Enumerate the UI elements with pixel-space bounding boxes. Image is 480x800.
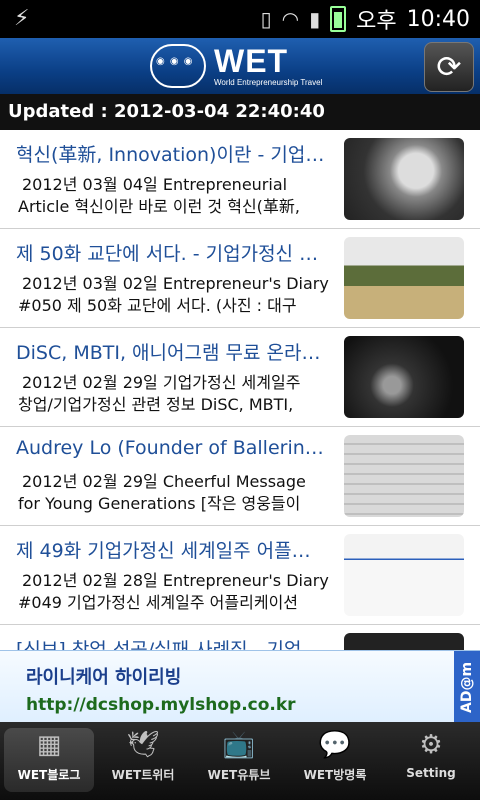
post-item-1[interactable]: 혁신(革新, Innovation)이란 - 기업가정신 2012년 03월 0… xyxy=(0,130,480,229)
tv-icon: 📺 xyxy=(222,730,256,760)
tab-label: WET유튜브 xyxy=(207,768,271,782)
post-title[interactable]: DiSC, MBTI, 애니어그램 무료 온라인 검사 xyxy=(16,338,326,365)
ampm-label: 오후 xyxy=(356,9,397,34)
post-date-line: 2012년 03월 04일 Entrepreneurial xyxy=(22,175,288,194)
app-header: WET World Entrepreneurship Travel ⟳ xyxy=(0,38,480,94)
post-summary-line: for Young Generations [작은 영웅들이 xyxy=(18,494,301,513)
refresh-button[interactable]: ⟳ xyxy=(424,42,474,92)
tab-label: Setting xyxy=(406,766,456,780)
post-date-line: 2012년 02월 28일 Entrepreneur's Diary xyxy=(22,571,329,590)
post-summary-line: 창업/기업가정신 관련 정보 DiSC, MBTI, xyxy=(18,395,294,414)
post-thumbnail[interactable] xyxy=(344,633,464,650)
status-bar: ⚡ ▯ ◠ ▮ 오후 10:40 xyxy=(0,0,480,38)
tab-wet-twitter[interactable]: 🕊 WET트위터 xyxy=(98,728,188,792)
post-item-2[interactable]: 제 50화 교단에 서다. - 기업가정신 세계일주 2012년 03월 02일… xyxy=(0,229,480,328)
post-thumbnail[interactable] xyxy=(344,435,464,517)
vibrate-icon: ▯ xyxy=(260,7,272,31)
post-list[interactable]: 혁신(革新, Innovation)이란 - 기업가정신 2012년 03월 0… xyxy=(0,130,480,650)
post-thumbnail[interactable] xyxy=(344,336,464,418)
post-thumbnail[interactable] xyxy=(344,138,464,220)
tab-label: WET블로그 xyxy=(17,768,81,782)
ad-title[interactable]: 라이니케어 하이리빙 xyxy=(26,663,181,689)
post-excerpt: 2012년 03월 04일 Entrepreneurial Article 혁신… xyxy=(18,174,338,218)
bottom-tab-bar: ▦ WET블로그 🕊 WET트위터 📺 WET유튜브 💬 WET방명록 ⚙ Se… xyxy=(0,722,480,800)
post-title[interactable]: 제 50화 교단에 서다. - 기업가정신 세계일주 xyxy=(16,239,326,266)
post-title[interactable]: 혁신(革新, Innovation)이란 - 기업가정신 xyxy=(16,140,326,167)
clock-time: 10:40 xyxy=(406,6,470,32)
post-title[interactable]: Audrey Lo (Founder of Ballerinie Bakery) xyxy=(16,437,326,459)
blog-icon: ▦ xyxy=(36,730,62,760)
battery-icon xyxy=(330,6,347,32)
gear-icon: ⚙ xyxy=(419,730,443,760)
updated-timestamp: Updated : 2012-03-04 22:40:40 xyxy=(0,94,480,130)
app-logo: WET World Entrepreneurship Travel xyxy=(150,44,322,88)
ad-url[interactable]: http://dcshop.mylshop.co.kr xyxy=(26,695,296,715)
post-summary-line: #050 제 50화 교단에 서다. (사진 : 대구 xyxy=(18,296,297,315)
post-date-line: 2012년 02월 29일 Cheerful Message xyxy=(22,472,306,491)
post-date-line: 2012년 02월 29일 기업가정신 세계일주 xyxy=(22,373,301,392)
post-title[interactable]: [신보] 창업 성공/실패 사례집 - 기업가정신 xyxy=(16,635,326,650)
ad-banner[interactable]: 라이니케어 하이리빙 http://dcshop.mylshop.co.kr A… xyxy=(0,650,480,723)
post-excerpt: 2012년 02월 28일 Entrepreneur's Diary #049 … xyxy=(18,570,338,614)
post-excerpt: 2012년 03월 02일 Entrepreneur's Diary #050 … xyxy=(18,273,338,317)
post-item-3[interactable]: DiSC, MBTI, 애니어그램 무료 온라인 검사 2012년 02월 29… xyxy=(0,328,480,427)
refresh-icon: ⟳ xyxy=(436,49,462,85)
ad-badge: AD@m xyxy=(454,651,480,723)
usb-icon: ⚡ xyxy=(14,6,30,31)
wifi-icon: ◠ xyxy=(281,7,300,31)
logo-subtitle: World Entrepreneurship Travel xyxy=(214,78,323,87)
post-thumbnail[interactable] xyxy=(344,534,464,616)
globe-icon xyxy=(150,44,206,88)
tab-wet-blog[interactable]: ▦ WET블로그 xyxy=(4,728,94,792)
tab-label: WET방명록 xyxy=(303,768,367,782)
post-item-6[interactable]: [신보] 창업 성공/실패 사례집 - 기업가정신 xyxy=(0,625,480,650)
post-excerpt: 2012년 02월 29일 Cheerful Message for Young… xyxy=(18,471,338,515)
chat-icon: 💬 xyxy=(318,730,352,760)
post-title[interactable]: 제 49화 기업가정신 세계일주 어플리케이션 xyxy=(16,536,326,563)
tab-wet-youtube[interactable]: 📺 WET유튜브 xyxy=(194,728,284,792)
post-date-line: 2012년 03월 02일 Entrepreneur's Diary xyxy=(22,274,329,293)
signal-icon: ▮ xyxy=(309,7,321,31)
tab-wet-guestbook[interactable]: 💬 WET방명록 xyxy=(290,728,380,792)
post-summary-line: #049 기업가정신 세계일주 어플리케이션 xyxy=(18,593,299,612)
tab-setting[interactable]: ⚙ Setting xyxy=(386,728,476,792)
post-summary-line: Article 혁신이란 바로 이런 것 혁신(革新, xyxy=(18,197,301,216)
bird-icon: 🕊 xyxy=(126,730,160,760)
post-thumbnail[interactable] xyxy=(344,237,464,319)
post-item-4[interactable]: Audrey Lo (Founder of Ballerinie Bakery)… xyxy=(0,427,480,526)
logo-text: WET xyxy=(214,43,289,79)
tab-label: WET트위터 xyxy=(111,768,175,782)
post-excerpt: 2012년 02월 29일 기업가정신 세계일주 창업/기업가정신 관련 정보 … xyxy=(18,372,338,416)
post-item-5[interactable]: 제 49화 기업가정신 세계일주 어플리케이션 2012년 02월 28일 En… xyxy=(0,526,480,625)
